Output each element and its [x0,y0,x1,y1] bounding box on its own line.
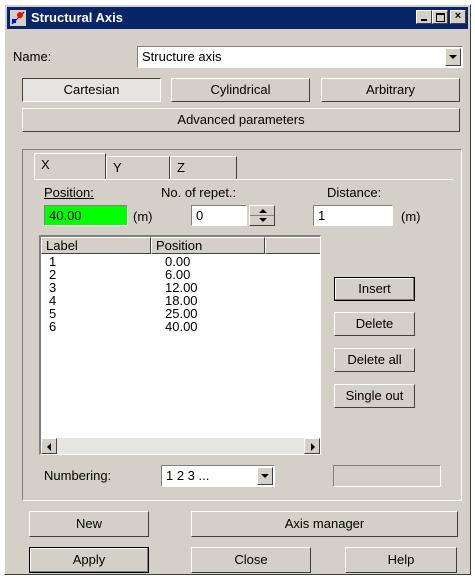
new-button[interactable]: New [29,511,149,537]
tab-z[interactable]: Z [170,156,237,180]
title-bar[interactable]: Structural Axis × [7,7,468,29]
column-header-empty [265,237,320,254]
column-header-position[interactable]: Position [151,237,265,254]
arbitrary-button[interactable]: Arbitrary [321,78,460,102]
window-title: Structural Axis [31,10,123,25]
stepper-up-icon[interactable] [259,209,267,213]
single-out-button[interactable]: Single out [334,384,415,408]
app-axis-icon [10,10,26,26]
tab-z-label: Z [177,160,185,175]
tab-x-label: X [41,157,50,172]
minimize-icon [421,19,427,21]
single-out-label: Single out [345,388,404,403]
position-label: Position: [44,185,94,200]
apply-label: Apply [72,552,106,567]
distance-field[interactable]: 1 [313,205,393,226]
insert-label: Insert [358,281,391,296]
repetitions-value: 0 [196,208,204,223]
cartesian-label: Cartesian [63,82,120,97]
close-icon: × [454,10,462,22]
help-button[interactable]: Help [345,547,457,573]
axis-positions-list[interactable]: Label Position 1 0.00 2 6.00 3 12.00 4 1… [39,235,321,455]
numbering-dropdown-arrow[interactable] [257,467,273,485]
numbering-dropdown[interactable]: 1 2 3 ... [161,465,275,487]
close-label: Close [234,552,268,567]
status-field [333,465,441,487]
repetitions-label: No. of repet.: [161,185,237,200]
axis-manager-button[interactable]: Axis manager [191,511,458,537]
apply-button[interactable]: Apply [29,547,149,573]
stepper-divider [250,215,274,216]
arrow-left-icon [47,443,51,451]
row-position: 40.00 [165,319,198,334]
distance-unit: (m) [401,209,421,224]
tab-y[interactable]: Y [106,156,170,180]
name-value: Structure axis [142,49,222,64]
numbering-label: Numbering: [44,468,112,483]
position-field[interactable]: 40.00 [44,205,128,226]
numbering-value: 1 2 3 ... [166,468,210,483]
delete-all-label: Delete all [347,352,402,367]
cartesian-button[interactable]: Cartesian [22,78,161,102]
axis-manager-label: Axis manager [284,516,365,531]
chevron-down-icon [449,55,457,59]
row-label: 6 [49,319,57,334]
delete-all-button[interactable]: Delete all [334,348,415,372]
arbitrary-label: Arbitrary [365,82,416,97]
position-value: 40.00 [49,208,82,223]
close-button[interactable]: Close [191,547,311,573]
cylindrical-label: Cylindrical [210,82,271,97]
table-row[interactable]: 6 40.00 [49,319,198,334]
maximize-icon [436,13,445,22]
column-header-label[interactable]: Label [41,237,151,254]
help-label: Help [387,552,415,567]
repetitions-field[interactable]: 0 [191,205,247,226]
chevron-down-icon [261,474,269,478]
cylindrical-button[interactable]: Cylindrical [171,78,310,102]
repetitions-stepper[interactable] [249,205,275,226]
scroll-right-button[interactable] [304,438,320,454]
arrow-right-icon [311,443,315,451]
advanced-parameters-label: Advanced parameters [177,112,305,127]
name-dropdown[interactable]: Structure axis [137,46,463,68]
close-window-button[interactable]: × [450,10,466,24]
maximize-button[interactable] [432,10,448,24]
delete-label: Delete [355,316,394,331]
tab-page [34,179,453,180]
stepper-down-icon[interactable] [259,218,267,222]
tab-x[interactable]: X [34,153,106,179]
new-label: New [75,516,102,531]
name-label: Name: [13,49,52,64]
insert-button[interactable]: Insert [334,277,415,301]
structural-axis-window: Structural Axis × Name: Structure axis C… [4,4,471,575]
scroll-left-button[interactable] [41,438,57,454]
name-dropdown-arrow[interactable] [445,48,461,66]
position-unit: (m) [133,209,153,224]
delete-button[interactable]: Delete [334,312,415,336]
horizontal-scrollbar[interactable] [41,438,320,454]
distance-value: 1 [318,208,326,223]
tab-y-label: Y [113,160,122,175]
distance-label: Distance: [327,185,382,200]
minimize-button[interactable] [416,10,432,24]
advanced-parameters-button[interactable]: Advanced parameters [22,108,460,132]
